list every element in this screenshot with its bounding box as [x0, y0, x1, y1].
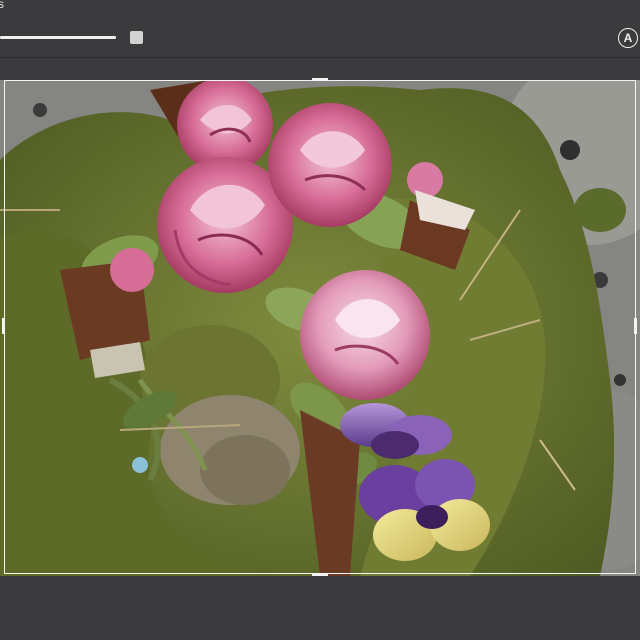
toolbar-divider	[0, 57, 640, 58]
crop-handle-right[interactable]	[634, 318, 637, 334]
crop-handle-top[interactable]	[312, 78, 328, 81]
editor-toolbar: s A	[0, 0, 640, 80]
photo-canvas[interactable]	[0, 80, 640, 576]
adjustment-slider-fill	[0, 36, 116, 39]
slider-thumb-icon[interactable]	[130, 31, 143, 44]
crop-handle-left[interactable]	[2, 318, 5, 334]
toolbar-corner-label: s	[0, 0, 4, 11]
editor-bottom-bar	[0, 576, 640, 640]
adjustment-slider-track[interactable]	[0, 36, 116, 39]
photo-image	[0, 80, 640, 576]
auto-icon[interactable]: A	[618, 28, 638, 48]
